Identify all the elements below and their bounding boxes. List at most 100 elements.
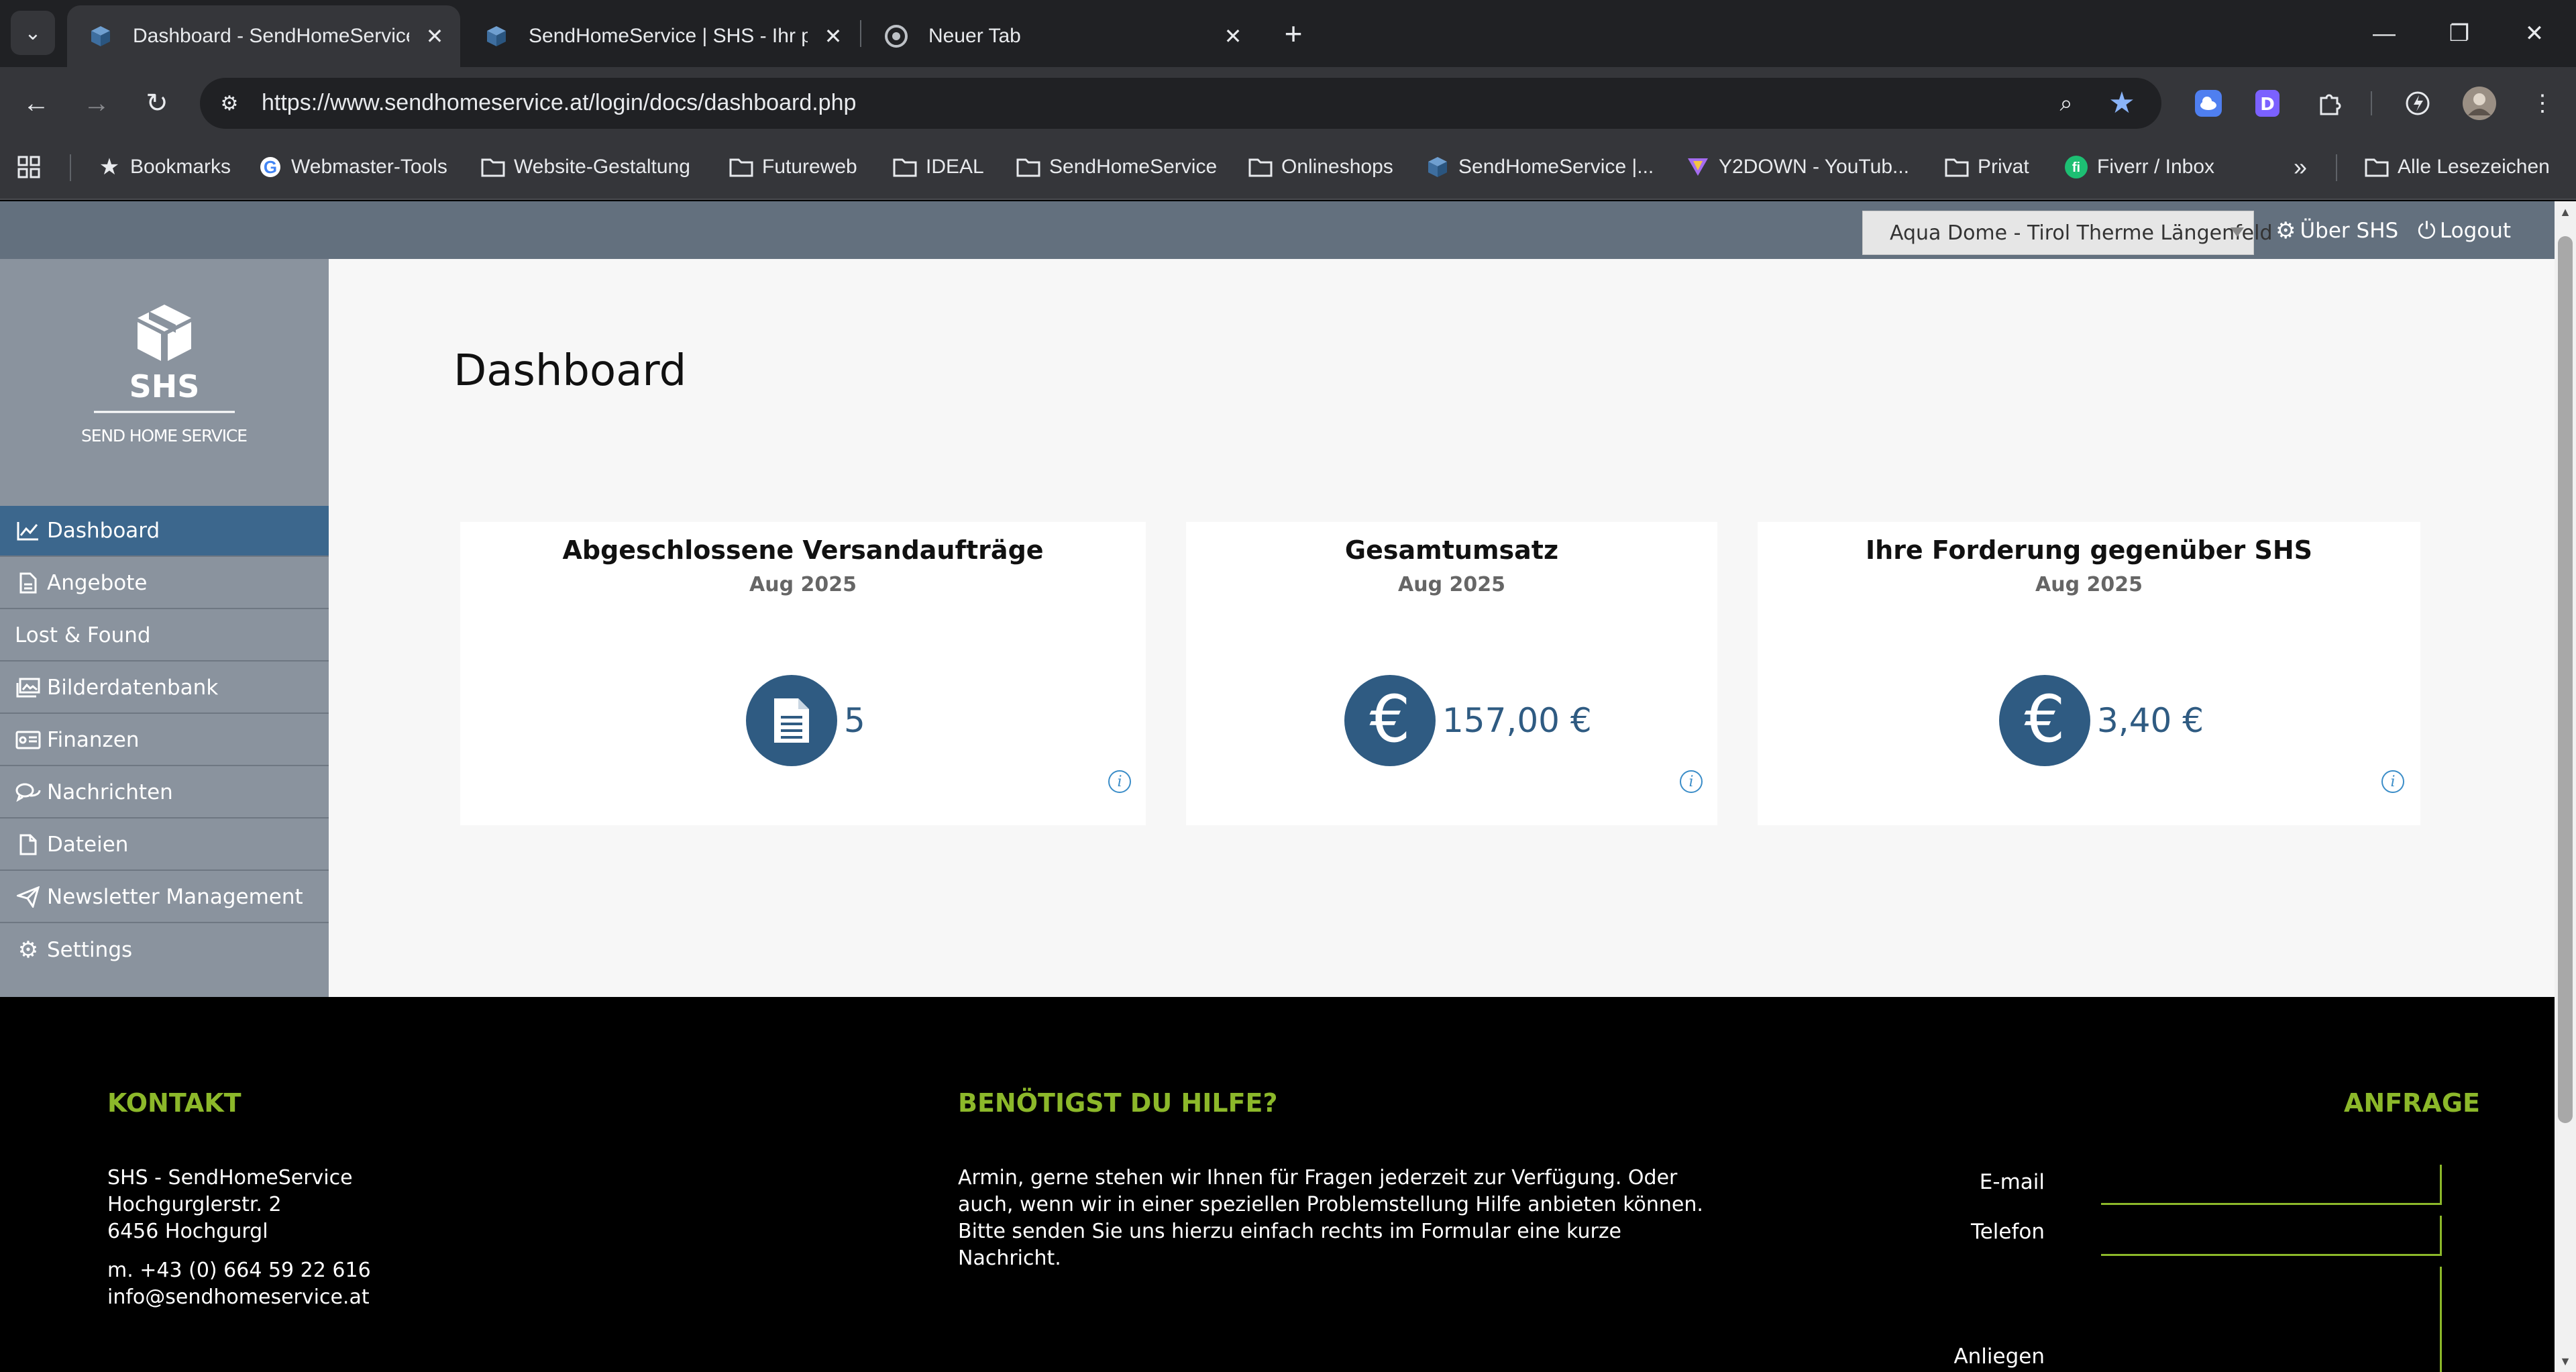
- chrome-icon: [884, 24, 908, 48]
- logout-link[interactable]: ⏻ Logout: [2418, 213, 2511, 248]
- close-window-button[interactable]: ✕: [2497, 0, 2572, 67]
- address-bar[interactable]: ⚙ https://www.sendhomeservice.at/login/d…: [200, 78, 2161, 129]
- scroll-up-arrow[interactable]: ▲: [2555, 201, 2576, 223]
- scroll-down-arrow[interactable]: ▼: [2555, 1351, 2576, 1372]
- bookmark-label: Onlineshops: [1281, 156, 1393, 178]
- chevron-down-icon: ⌄: [24, 21, 42, 44]
- sidebar-item-lost-found[interactable]: Lost & Found: [0, 611, 329, 662]
- gear-icon: ⚙: [17, 937, 39, 963]
- url-text: https://www.sendhomeservice.at/login/doc…: [262, 90, 857, 115]
- svg-text:fi: fi: [2072, 160, 2080, 175]
- arrow-left-icon: ←: [23, 88, 50, 118]
- sidebar-item-label: Dateien: [47, 833, 129, 857]
- sidebar-item-newsletter[interactable]: Newsletter Management: [0, 872, 329, 923]
- sidebar-item-angebote[interactable]: Angebote: [0, 558, 329, 609]
- reload-button[interactable]: ↻: [138, 85, 176, 122]
- bookmark-item[interactable]: SendHomeService: [1016, 152, 1217, 182]
- address-line: Hochgurglerstr. 2: [107, 1193, 282, 1216]
- new-tab-button[interactable]: +: [1275, 15, 1312, 52]
- sidebar-item-dashboard[interactable]: Dashboard: [0, 506, 329, 557]
- chat-icon: [15, 779, 42, 806]
- shs-logo: SHS SEND HOME SERVICE: [67, 299, 262, 454]
- cloud-extension-icon[interactable]: [2192, 87, 2224, 119]
- bookmark-item[interactable]: IDEAL: [892, 152, 984, 182]
- tab-title: SendHomeService | SHS - Ihr pr: [529, 25, 808, 47]
- bookmark-item[interactable]: SendHomeService |...: [1425, 152, 1654, 182]
- card-title: Ihre Forderung gegenüber SHS: [1866, 535, 2312, 565]
- sidebar-item-label: Finanzen: [47, 728, 140, 752]
- about-shs-link[interactable]: ⚙ Über SHS: [2275, 213, 2398, 248]
- bookmark-label: Privat: [1978, 156, 2029, 178]
- sidebar-item-bilderdatenbank[interactable]: Bilderdatenbank: [0, 663, 329, 714]
- euro-icon: €: [1999, 675, 2090, 766]
- browser-menu-icon[interactable]: ⋮: [2526, 87, 2559, 119]
- email-field[interactable]: [2101, 1165, 2442, 1205]
- help-line: Armin, gerne stehen wir Ihnen für Fragen…: [958, 1166, 1678, 1190]
- apps-button[interactable]: [16, 152, 50, 182]
- folder-icon: [729, 154, 754, 180]
- sidebar-item-dateien[interactable]: Dateien: [0, 820, 329, 871]
- bookmark-item[interactable]: Privat: [1944, 152, 2029, 182]
- card-metric: € 3,40 €: [1999, 675, 2204, 766]
- reload-icon: ↻: [146, 89, 168, 118]
- euro-icon: €: [1344, 675, 1436, 766]
- restore-button[interactable]: ❐: [2422, 0, 2497, 67]
- info-icon[interactable]: i: [1680, 770, 1703, 793]
- bookmark-label: IDEAL: [926, 156, 984, 178]
- all-bookmarks[interactable]: Alle Lesezeichen: [2364, 152, 2550, 182]
- location-select[interactable]: Aqua Dome - Tirol Therme Längenfeld: [1862, 211, 2272, 255]
- minimize-icon: —: [2373, 20, 2396, 46]
- concern-textarea[interactable]: [2101, 1267, 2442, 1372]
- tab-sendhomeservice[interactable]: SendHomeService | SHS - Ihr pr ✕: [463, 5, 859, 67]
- email-label: E-mail: [1979, 1170, 2045, 1194]
- sidebar-item-settings[interactable]: ⚙ Settings: [0, 925, 329, 975]
- close-icon[interactable]: ✕: [1220, 23, 1246, 50]
- bookmark-item[interactable]: fi Fiverr / Inbox: [2063, 152, 2214, 182]
- arrow-right-icon: →: [83, 88, 110, 118]
- performance-icon[interactable]: [2402, 87, 2434, 119]
- scrollbar-thumb[interactable]: [2558, 236, 2573, 1123]
- info-icon[interactable]: i: [2381, 770, 2404, 793]
- logo-full: SEND HOME SERVICE: [81, 426, 248, 445]
- card-metric: 5: [746, 675, 865, 766]
- back-button[interactable]: ←: [17, 85, 55, 122]
- tab-search-button[interactable]: ⌄: [11, 11, 55, 55]
- google-icon: G: [258, 154, 283, 180]
- info-icon[interactable]: i: [1108, 770, 1131, 793]
- tab-new-tab[interactable]: Neuer Tab ✕: [863, 5, 1258, 67]
- location-select-value: Aqua Dome - Tirol Therme Längenfeld: [1890, 221, 2273, 245]
- bookmark-item[interactable]: Onlineshops: [1248, 152, 1393, 182]
- site-info-icon[interactable]: ⚙: [216, 90, 243, 117]
- phone-field[interactable]: [2101, 1216, 2442, 1256]
- plus-icon: +: [1284, 16, 1303, 51]
- sidebar-item-finanzen[interactable]: Finanzen: [0, 715, 329, 766]
- close-icon[interactable]: ✕: [820, 23, 847, 50]
- sidebar-item-label: Dashboard: [47, 519, 160, 543]
- close-icon[interactable]: ✕: [421, 23, 448, 50]
- folder-icon: [1016, 154, 1041, 180]
- document-icon: [746, 675, 837, 766]
- about-shs-label: Über SHS: [2300, 219, 2399, 243]
- fiverr-icon: fi: [2063, 154, 2089, 180]
- contact-email-link[interactable]: info@sendhomeservice.at: [107, 1284, 370, 1311]
- help-line: auch, wenn wir in einer speziellen Probl…: [958, 1193, 1703, 1216]
- puzzle-extensions-icon[interactable]: [2314, 87, 2347, 119]
- bookmark-item[interactable]: ★ Bookmarks: [97, 152, 231, 182]
- zoom-icon[interactable]: ⌕: [2050, 87, 2082, 119]
- minimize-button[interactable]: —: [2347, 0, 2422, 67]
- bookmark-item[interactable]: G Webmaster-Tools: [258, 152, 447, 182]
- profile-avatar[interactable]: [2462, 86, 2497, 121]
- forward-button[interactable]: →: [78, 85, 115, 122]
- bookmark-star-icon[interactable]: ★: [2105, 86, 2139, 119]
- card-period: Aug 2025: [2035, 573, 2143, 596]
- more-bookmarks-button[interactable]: »: [2288, 152, 2321, 182]
- bookmark-item[interactable]: Website-Gestaltung: [480, 152, 690, 182]
- sidebar-item-nachrichten[interactable]: Nachrichten: [0, 768, 329, 819]
- logo-short: SHS: [129, 368, 200, 405]
- bookmark-item[interactable]: Futureweb: [729, 152, 857, 182]
- sidebar-item-label: Angebote: [47, 571, 148, 595]
- tab-dashboard[interactable]: Dashboard - SendHomeService ✕: [67, 5, 460, 67]
- bookmark-item[interactable]: Y2DOWN - YouTub...: [1685, 152, 1909, 182]
- d-extension-icon[interactable]: D: [2251, 87, 2284, 119]
- gear-icon: ⚙: [2275, 217, 2296, 244]
